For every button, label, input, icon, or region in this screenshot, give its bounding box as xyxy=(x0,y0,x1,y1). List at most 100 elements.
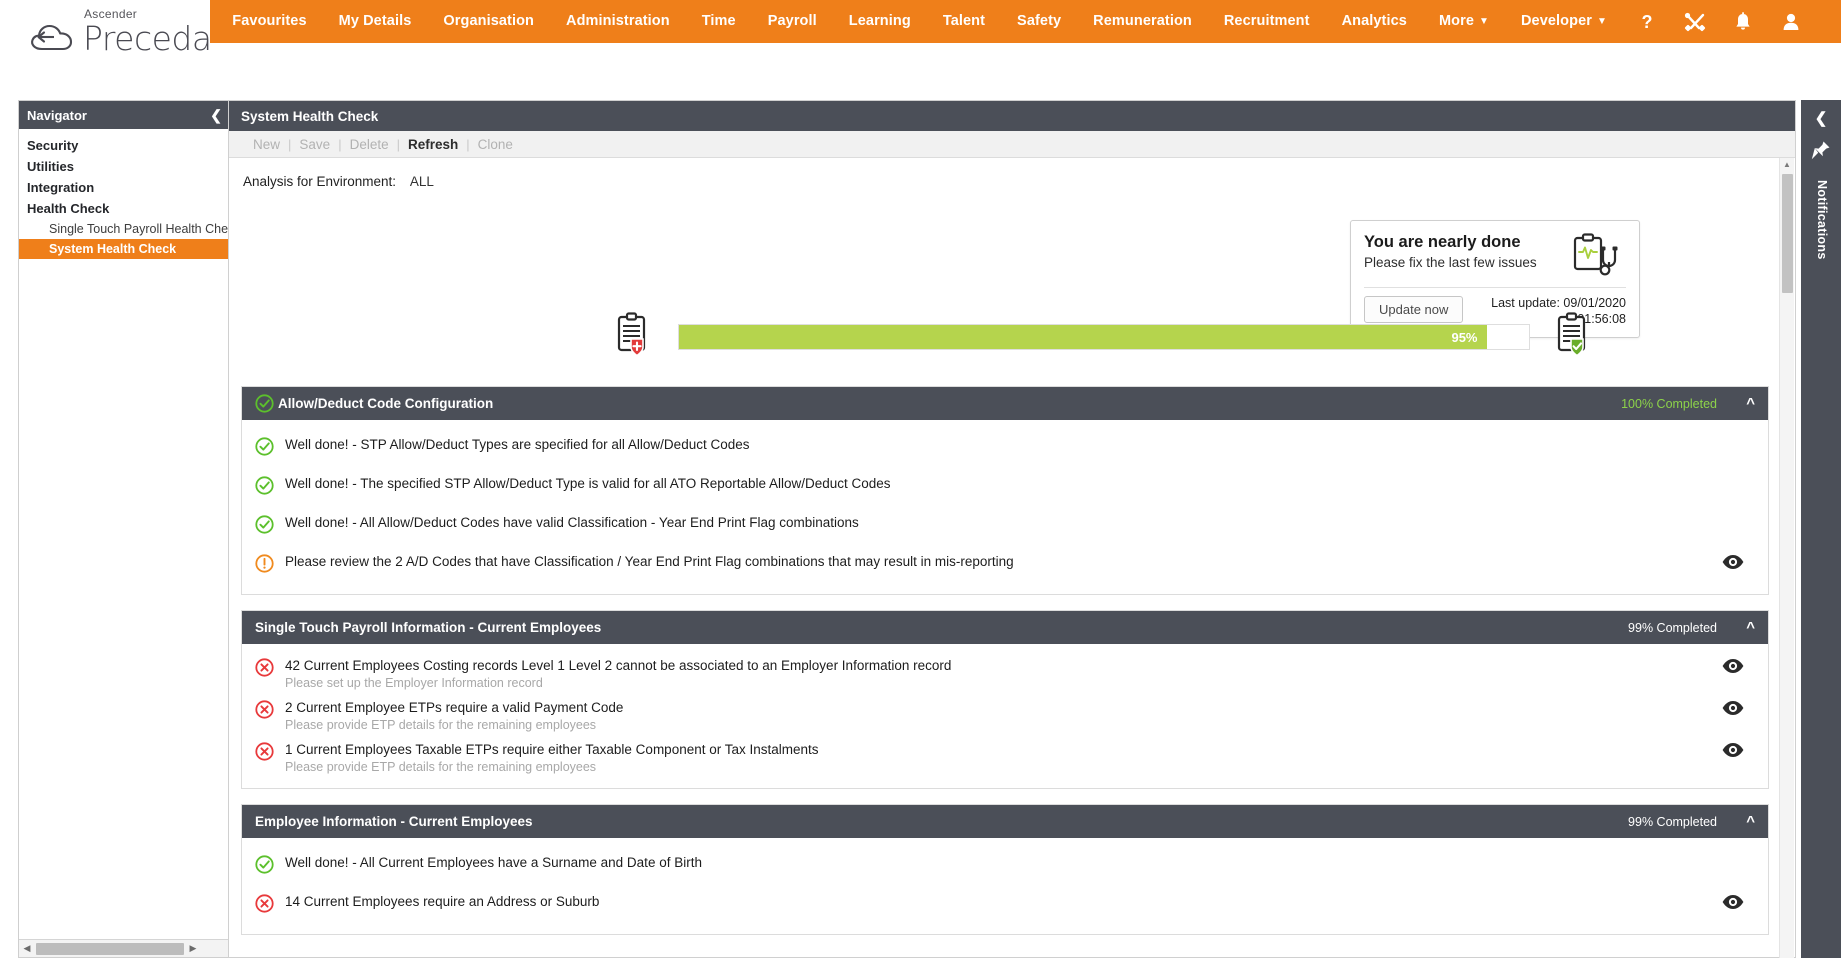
sidebar-item-single-touch-payroll-health-check[interactable]: Single Touch Payroll Health Check xyxy=(19,219,241,239)
chevron-left-icon[interactable]: ❮ xyxy=(1801,100,1841,127)
section-header[interactable]: Allow/Deduct Code Configuration 100% Com… xyxy=(242,387,1768,420)
check-row-hint: Please provide ETP details for the remai… xyxy=(285,760,597,774)
check-row: 2 Current Employee ETPs require a valid … xyxy=(242,695,1768,737)
error-circle-icon xyxy=(255,699,285,724)
refresh-button[interactable]: Refresh xyxy=(400,137,466,152)
chevron-up-icon[interactable]: ^ xyxy=(1717,395,1755,412)
row-spacer xyxy=(1711,514,1755,515)
nav-label: My Details xyxy=(338,13,412,29)
nav-item-payroll[interactable]: Payroll xyxy=(752,0,833,43)
section-header[interactable]: Employee Information - Current Employees… xyxy=(242,805,1768,838)
cloud-arrow-icon xyxy=(31,24,73,50)
scroll-up-icon[interactable]: ▲ xyxy=(1780,158,1794,172)
bell-icon[interactable] xyxy=(1719,11,1767,33)
brand-name: Preceda xyxy=(83,19,212,58)
scrollbar-thumb[interactable] xyxy=(1782,174,1793,293)
nav-label: Analytics xyxy=(1341,13,1407,29)
navigator-panel: Navigator ❮ Security Utilities Integrati… xyxy=(18,100,241,958)
view-details-eye-icon[interactable] xyxy=(1711,657,1755,679)
section-body: Well done! - STP Allow/Deduct Types are … xyxy=(242,420,1768,594)
scroll-left-icon[interactable]: ◀ xyxy=(19,943,35,954)
scroll-right-icon[interactable]: ▶ xyxy=(185,943,201,954)
section-employee-information: Employee Information - Current Employees… xyxy=(241,804,1769,935)
check-row-text: 2 Current Employee ETPs require a valid … xyxy=(285,700,624,715)
content-area: Analysis for Environment: ALL You are ne… xyxy=(229,158,1779,959)
chevron-up-icon[interactable]: ^ xyxy=(1717,813,1755,830)
check-row: Please review the 2 A/D Codes that have … xyxy=(242,546,1768,585)
check-row-text: Please review the 2 A/D Codes that have … xyxy=(285,554,1014,569)
error-circle-icon xyxy=(255,657,285,682)
section-header[interactable]: Single Touch Payroll Information - Curre… xyxy=(242,611,1768,644)
delete-button[interactable]: Delete xyxy=(342,137,397,152)
check-circle-icon xyxy=(255,514,285,539)
nav-item-developer[interactable]: Developer ▼ xyxy=(1505,0,1623,43)
nav-item-organisation[interactable]: Organisation xyxy=(427,0,550,43)
navigator-horizontal-scrollbar[interactable]: ◀ ▶ xyxy=(19,939,230,957)
check-row-text: Well done! - STP Allow/Deduct Types are … xyxy=(285,437,750,452)
clipboard-ok-icon xyxy=(1544,311,1604,364)
clipboard-stethoscope-icon xyxy=(1570,233,1626,279)
page-title: System Health Check xyxy=(229,101,1795,131)
sidebar-item-health-check[interactable]: Health Check xyxy=(19,198,230,219)
section-body: 42 Current Employees Costing records Lev… xyxy=(242,644,1768,788)
sidebar-item-utilities[interactable]: Utilities xyxy=(19,156,230,177)
nav-item-administration[interactable]: Administration xyxy=(550,0,686,43)
navigator-tree: Security Utilities Integration Health Ch… xyxy=(19,129,241,259)
chevron-left-icon[interactable]: ❮ xyxy=(210,107,222,124)
check-row: Well done! - The specified STP Allow/Ded… xyxy=(242,468,1768,507)
main-vertical-scrollbar[interactable]: ▲ xyxy=(1779,158,1794,959)
brand-logo[interactable]: Ascender Preceda xyxy=(28,7,212,58)
nav-item-safety[interactable]: Safety xyxy=(1001,0,1077,43)
main-navigation: Favourites My Details Organisation Admin… xyxy=(210,0,1841,43)
nav-label: Learning xyxy=(848,13,911,29)
new-button[interactable]: New xyxy=(245,137,288,152)
chevron-up-icon[interactable]: ^ xyxy=(1717,619,1755,636)
check-row: 42 Current Employees Costing records Lev… xyxy=(242,653,1768,695)
overall-progress: 95% xyxy=(229,306,1779,368)
nav-item-recruitment[interactable]: Recruitment xyxy=(1208,0,1326,43)
warning-circle-icon xyxy=(255,553,285,578)
check-row: Well done! - All Allow/Deduct Codes have… xyxy=(242,507,1768,546)
pin-icon[interactable] xyxy=(1801,127,1841,166)
nav-label: Talent xyxy=(942,13,986,29)
section-completion: 100% Completed xyxy=(1621,396,1717,411)
clone-button[interactable]: Clone xyxy=(470,137,521,152)
section-completion: 99% Completed xyxy=(1628,814,1717,829)
user-icon[interactable] xyxy=(1767,11,1815,33)
nav-item-more[interactable]: More ▼ xyxy=(1423,0,1505,43)
nav-item-learning[interactable]: Learning xyxy=(833,0,927,43)
navigator-header: Navigator ❮ xyxy=(19,101,230,129)
sidebar-item-security[interactable]: Security xyxy=(19,135,230,156)
check-row-text: 1 Current Employees Taxable ETPs require… xyxy=(285,742,819,757)
nav-item-time[interactable]: Time xyxy=(686,0,752,43)
sidebar-item-system-health-check[interactable]: System Health Check xyxy=(19,239,230,259)
view-details-eye-icon[interactable] xyxy=(1711,741,1755,763)
view-details-eye-icon[interactable] xyxy=(1711,553,1755,575)
error-circle-icon xyxy=(255,741,285,766)
view-details-eye-icon[interactable] xyxy=(1711,893,1755,915)
callout-title: You are nearly done xyxy=(1364,233,1521,251)
help-icon[interactable]: ? xyxy=(1623,11,1671,33)
save-button[interactable]: Save xyxy=(291,137,338,152)
section-completion: 99% Completed xyxy=(1628,620,1717,635)
sidebar-item-integration[interactable]: Integration xyxy=(19,177,230,198)
row-spacer xyxy=(1711,475,1755,476)
nav-label: Administration xyxy=(566,13,670,29)
main-panel: System Health Check New | Save | Delete … xyxy=(228,100,1796,959)
nav-item-remuneration[interactable]: Remuneration xyxy=(1077,0,1208,43)
nav-label: Recruitment xyxy=(1223,13,1310,29)
error-circle-icon xyxy=(255,893,285,918)
nav-label: Time xyxy=(701,13,736,29)
nav-item-talent[interactable]: Talent xyxy=(927,0,1001,43)
tools-icon[interactable] xyxy=(1671,11,1719,33)
check-row-text: Well done! - The specified STP Allow/Ded… xyxy=(285,476,891,491)
nav-item-my-details[interactable]: My Details xyxy=(323,0,428,43)
view-details-eye-icon[interactable] xyxy=(1711,699,1755,721)
health-check-sections: Allow/Deduct Code Configuration 100% Com… xyxy=(241,386,1769,950)
nav-item-analytics[interactable]: Analytics xyxy=(1326,0,1423,43)
header-icon-group: ? xyxy=(1623,11,1841,33)
nav-label: Developer xyxy=(1520,13,1592,29)
scrollbar-thumb[interactable] xyxy=(36,942,184,955)
logo-area: Ascender Preceda xyxy=(0,0,212,58)
nav-item-favourites[interactable]: Favourites xyxy=(210,0,322,43)
